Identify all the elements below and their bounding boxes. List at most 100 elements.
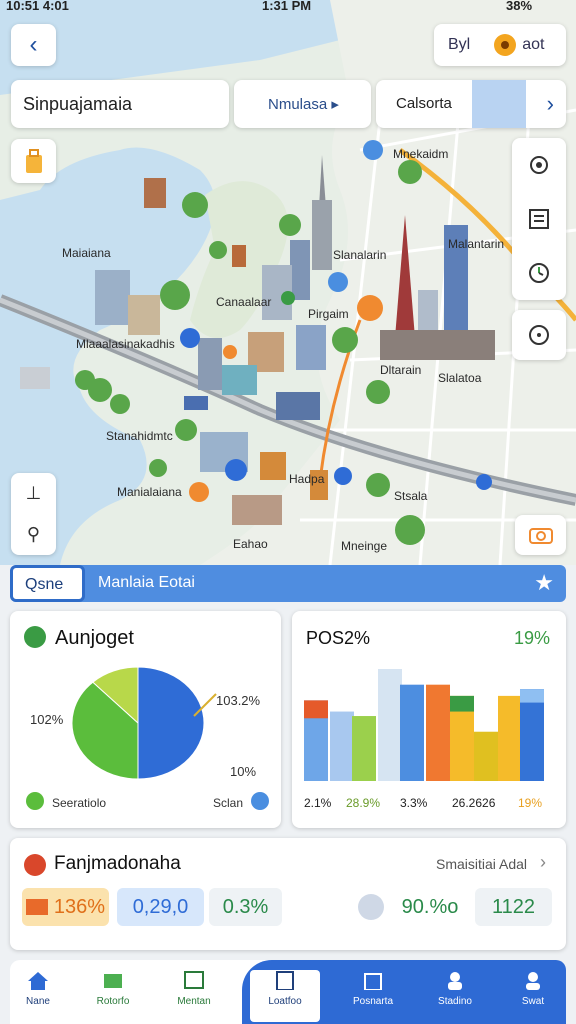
bar-cap-0: [304, 700, 328, 719]
clock-icon[interactable]: [527, 261, 551, 285]
pie-legend-left: Seeratiolo: [52, 796, 106, 810]
legend-dot: [26, 792, 44, 810]
bar-chart: POS2% 19% 2.1% 28.9% 3.3% 26.2626 19%: [304, 628, 550, 810]
chart-icon: [184, 971, 204, 989]
list-icon[interactable]: [527, 207, 551, 231]
people-icon: [448, 972, 462, 990]
bar-pct: 19%: [514, 628, 550, 648]
bottom-nav: Nane Rotorfo Mentan Loatfoo Posnarta Sta…: [10, 960, 566, 1024]
map-label: Stsala: [394, 489, 428, 503]
status-bar: 10:51 4:01 1:31 PM 38%: [0, 0, 576, 16]
pie-title: Aunjoget: [55, 627, 134, 649]
legend-dot: [251, 792, 269, 810]
map-label: Manialaiana: [117, 485, 182, 499]
location-pin-icon: [494, 34, 517, 56]
chevron-right-icon[interactable]: ›: [540, 852, 546, 873]
bar-5: [426, 684, 450, 781]
nav-location[interactable]: Loatfoo: [250, 970, 320, 1022]
nav-menu[interactable]: Mentan: [159, 970, 229, 1007]
compass-icon: [529, 325, 549, 345]
camera-button[interactable]: [515, 515, 566, 555]
map-label: Mneinge: [341, 539, 387, 553]
top-right-label: Byl: [448, 36, 471, 53]
bar-9: [520, 689, 544, 781]
avatar: [24, 854, 46, 876]
map-tools-panel: [512, 138, 566, 300]
map-label: Dltarain: [380, 363, 421, 377]
bar-x-label: 26.2626: [452, 796, 496, 810]
pie-right-pct: 103.2%: [216, 693, 261, 708]
pie-chart: Aunjoget 102% 103.2% 10% Seeratiolo Scla…: [24, 626, 269, 810]
bar-cap-9: [520, 689, 544, 703]
bar-3: [378, 669, 402, 781]
search-input[interactable]: Sinpuajamaia: [11, 80, 229, 128]
summary-title: Fanjmadonaha: [54, 853, 181, 874]
info-tab[interactable]: Qsne: [10, 565, 85, 602]
category-label: Calsorta: [396, 95, 452, 112]
star-icon[interactable]: ★: [534, 570, 554, 596]
nav-home[interactable]: Nane: [10, 970, 73, 1007]
home-icon: [28, 972, 48, 990]
stat-value: 90.%o: [401, 895, 459, 918]
pin-icon[interactable]: ⚲: [27, 524, 40, 545]
bar-x-label: 3.3%: [400, 796, 428, 810]
avatar: [24, 626, 46, 648]
back-button[interactable]: ‹: [11, 24, 56, 66]
nav-positions[interactable]: Posnarta: [338, 970, 408, 1007]
stat-value: 1122: [475, 888, 552, 926]
nav-profile[interactable]: Swat: [498, 970, 566, 1007]
bar-1: [330, 711, 354, 781]
stat-badge: 136%: [22, 888, 109, 926]
gps-target-icon[interactable]: [527, 153, 551, 177]
bar-x-label: 28.9%: [346, 796, 380, 810]
map-label: Hadpa: [289, 472, 325, 486]
pie-bottom-pct: 10%: [230, 764, 256, 779]
chevron-left-icon: ‹: [29, 31, 38, 58]
nav-stats[interactable]: Stadino: [420, 970, 490, 1007]
pie-legend-right: Sclan: [213, 796, 243, 810]
map-label: Stanahidmtc: [106, 429, 173, 443]
left-tools-panel: ⊥ ⚲: [11, 473, 56, 555]
stat-value: 136%: [53, 895, 106, 918]
pie-chart-card: Aunjoget 102% 103.2% 10% Seeratiolo Scla…: [10, 611, 281, 828]
scale-icon[interactable]: ⊥: [26, 483, 42, 504]
top-right-control[interactable]: Byl aot: [434, 24, 566, 66]
map-label: Pirgaim: [308, 307, 349, 321]
map-label: Slanalarin: [333, 248, 386, 262]
layers-button[interactable]: [11, 139, 56, 183]
folder-icon: [104, 974, 122, 988]
simulate-button[interactable]: Nmulasa ▸: [234, 80, 371, 128]
document-icon: [276, 971, 294, 990]
pie-slice-0: [137, 666, 205, 780]
stat-icon: [25, 899, 48, 915]
summary-link[interactable]: Smaisitiai Adal: [436, 856, 527, 872]
bar-4: [400, 684, 424, 781]
bar-7: [474, 731, 498, 781]
bar-chart-card: POS2% 19% 2.1% 28.9% 3.3% 26.2626 19%: [292, 611, 566, 828]
bar-2: [352, 716, 376, 781]
category-selector[interactable]: Calsorta ›: [376, 80, 566, 128]
avatar: [358, 894, 384, 920]
map-label: Maiaiana: [62, 246, 111, 260]
pie-left-pct: 102%: [30, 712, 64, 727]
chevron-right-icon: ›: [546, 91, 554, 116]
bag-icon: [25, 149, 42, 173]
bar-x-label: 19%: [518, 796, 542, 810]
info-bar[interactable]: Qsne Manlaia Eotai ★: [10, 565, 566, 602]
bar-cap-6: [450, 695, 474, 712]
category-highlight: [472, 80, 526, 128]
edit-icon: [364, 973, 382, 990]
map-label: Malantarin: [448, 237, 504, 251]
bar-title: POS2%: [306, 628, 370, 648]
nav-reports[interactable]: Rotorfo: [78, 970, 148, 1007]
bar-8: [498, 695, 522, 781]
status-time: 1:31 PM: [262, 0, 312, 13]
bar-x-label: 2.1%: [304, 796, 332, 810]
info-title: Manlaia Eotai: [98, 574, 195, 591]
map-label: Canaalaar: [216, 295, 271, 309]
compass-button[interactable]: [512, 310, 566, 360]
map-label: Eahao: [233, 537, 268, 551]
map-label: Mnekaidm: [393, 147, 448, 161]
map-label: Mlaaalasinakadhis: [76, 337, 175, 351]
summary-card: Fanjmadonaha Smaisitiai Adal › 136% 0,29…: [10, 838, 566, 950]
